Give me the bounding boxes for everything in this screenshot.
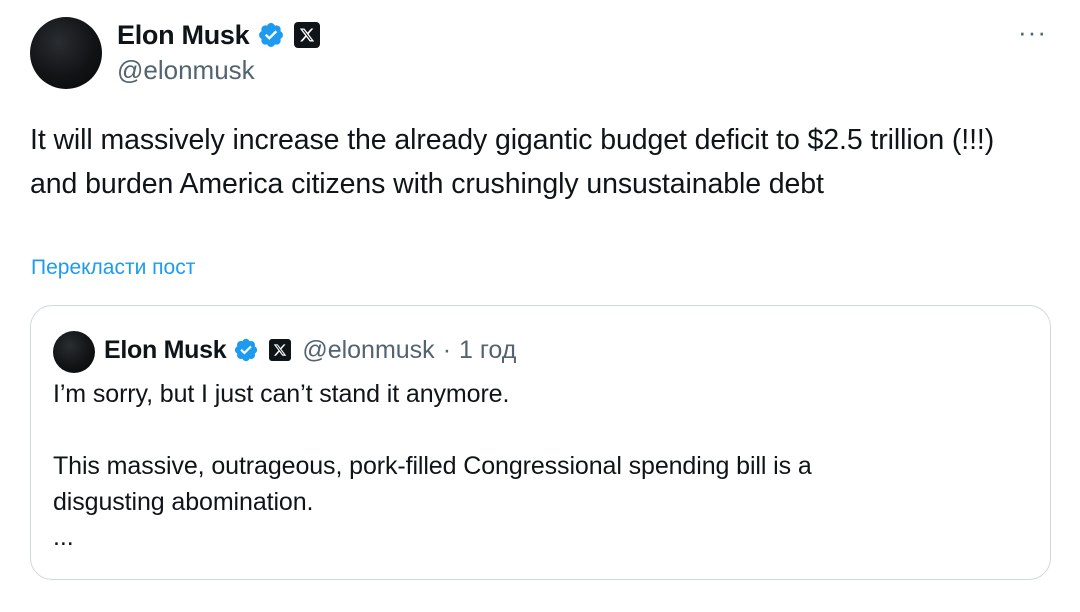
more-options-icon[interactable]: ··· xyxy=(1018,19,1047,45)
verified-badge-icon[interactable] xyxy=(257,21,285,49)
quoted-author-handle[interactable]: @elonmusk xyxy=(302,336,434,365)
quoted-text: I’m sorry, but I just can’t stand it any… xyxy=(53,376,1013,552)
quoted-x-logo-icon xyxy=(269,339,292,361)
truncation-ellipsis: ... xyxy=(53,523,74,551)
x-logo-icon xyxy=(294,22,321,48)
author-name[interactable]: Elon Musk xyxy=(117,20,250,51)
avatar[interactable] xyxy=(30,17,102,89)
author-handle[interactable]: @elonmusk xyxy=(117,55,255,86)
quoted-header: Elon Musk @elonmusk · 1 год xyxy=(104,332,516,368)
quoted-timestamp[interactable]: 1 год xyxy=(459,336,516,365)
quoted-verified-badge-icon xyxy=(233,337,259,363)
tweet: Elon Musk @elonmusk ··· It will massivel… xyxy=(0,0,1080,612)
quoted-text-line: disgusting abomination. xyxy=(53,488,314,516)
quoted-post[interactable]: Elon Musk @elonmusk · 1 год I’m sorry, b… xyxy=(30,305,1051,580)
author-row: Elon Musk xyxy=(117,17,321,53)
quoted-text-line: This massive, outrageous, pork-filled Co… xyxy=(53,452,812,480)
separator-dot: · xyxy=(442,335,452,364)
quoted-author-name[interactable]: Elon Musk xyxy=(104,336,227,365)
quoted-text-line: I’m sorry, but I just can’t stand it any… xyxy=(53,380,510,408)
quoted-avatar[interactable] xyxy=(53,331,95,373)
post-text: It will massively increase the already g… xyxy=(30,124,995,200)
translate-post-link[interactable]: Перекласти пост xyxy=(31,256,195,280)
quoted-text-line xyxy=(53,412,1013,448)
